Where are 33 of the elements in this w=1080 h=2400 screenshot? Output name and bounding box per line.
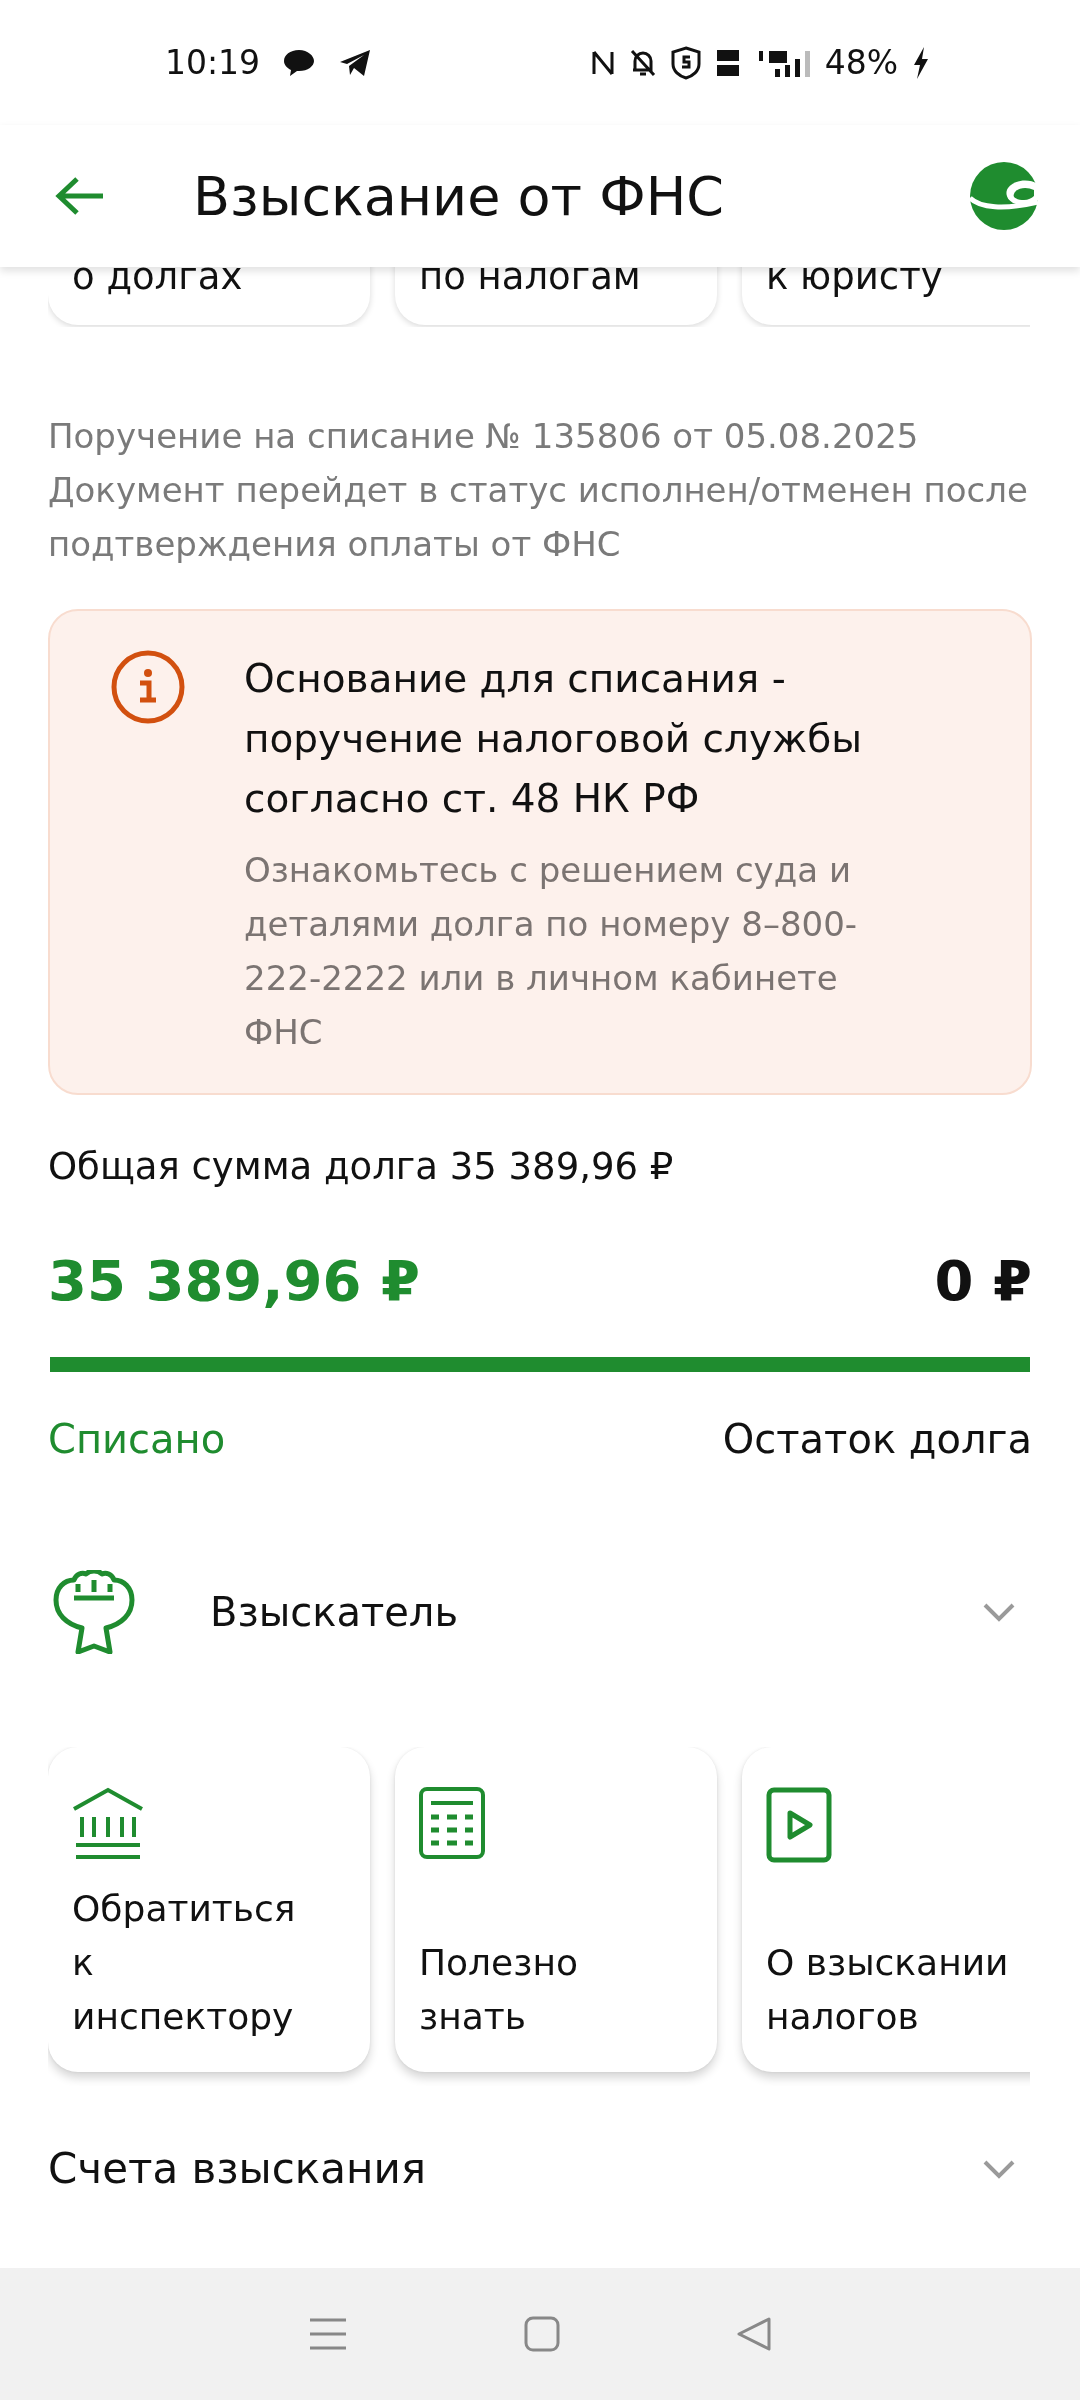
battery-level: 48% [824, 43, 898, 82]
muted-bell-icon [628, 47, 657, 78]
shortcut-card[interactable]: по налогам [395, 267, 717, 325]
collector-label[interactable]: Взыскатель [210, 1589, 982, 1635]
bank-icon [72, 1787, 144, 1861]
home-icon[interactable] [524, 2316, 560, 2352]
action-card[interactable]: Обратиться к инспектору [48, 1747, 370, 2072]
shortcut-card[interactable]: о долгах [48, 267, 370, 325]
paid-label: Списано [48, 1416, 226, 1462]
notice-title: Основание для списания - поручение налоговой службы согласно ст. 48 НК РФ [244, 655, 864, 823]
order-note: Поручение на списание № 135806 от 05.08.2025 Документ перейдет в статус исполнен/отменен после подтверждения оплаты от ФНС [48, 415, 1029, 566]
remaining-label: Остаток долга [722, 1416, 1032, 1462]
screen-title: Взыскание от ФНС [193, 164, 726, 228]
shortcut-card[interactable]: к юристу [742, 267, 1030, 325]
notice-text: Ознакомьтесь с решением суда и деталями долга по номеру 8–800-222-2222 или в личном кабинете ФНС [244, 849, 859, 1054]
info-icon [110, 649, 186, 725]
accounts-label[interactable]: Счета взыскания [48, 2144, 982, 2193]
calculator-icon [419, 1787, 485, 1859]
telegram-icon [338, 47, 373, 78]
back-arrow-icon[interactable] [55, 176, 105, 216]
menu-icon[interactable] [308, 2316, 348, 2352]
status-time: 10:19 [165, 43, 261, 82]
charging-icon [912, 45, 930, 80]
back-icon[interactable] [736, 2316, 772, 2352]
action-card[interactable]: О взыскании налогов [742, 1747, 1030, 2072]
action-card[interactable]: Полезно знать [395, 1747, 717, 2072]
remaining-amount: 0 ₽ [934, 1248, 1032, 1313]
logo-icon [968, 160, 1040, 232]
shield-icon [670, 45, 701, 80]
paid-amount: 35 389,96 ₽ [48, 1248, 420, 1313]
total-debt: Общая сумма долга 35 389,96 ₽ [48, 1145, 675, 1188]
play-icon [766, 1787, 832, 1863]
chat-icon [282, 47, 317, 78]
